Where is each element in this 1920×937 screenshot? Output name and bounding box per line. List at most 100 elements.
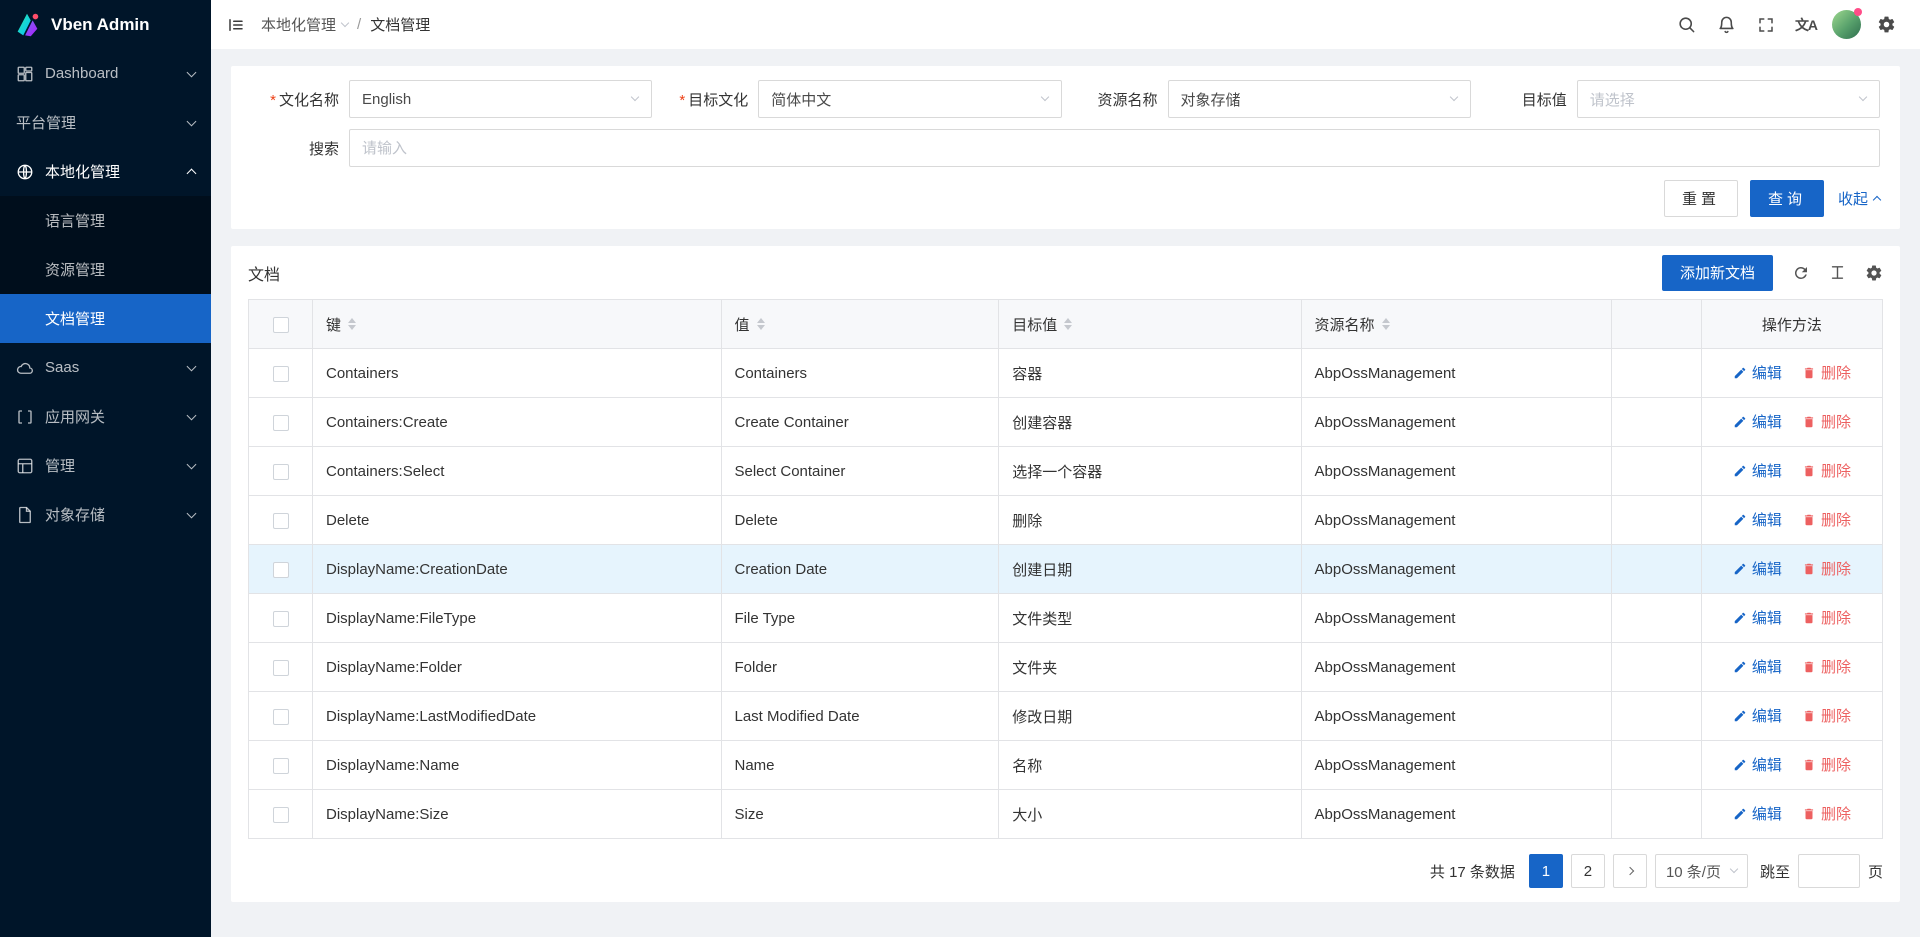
sort-icon[interactable] — [1382, 318, 1390, 330]
page-size-select[interactable]: 10 条/页 — [1655, 854, 1748, 888]
edit-button[interactable]: 编辑 — [1733, 411, 1782, 432]
refresh-icon[interactable] — [1792, 264, 1810, 282]
cell-key: DisplayName:LastModifiedDate — [313, 692, 722, 741]
delete-button[interactable]: 删除 — [1802, 362, 1851, 383]
cell-spacer — [1612, 496, 1702, 545]
cell-resource-name: AbpOssManagement — [1301, 545, 1611, 594]
row-checkbox[interactable] — [273, 709, 289, 725]
chevron-down-icon — [187, 361, 197, 371]
sidebar-item-platform-management[interactable]: 平台管理 — [0, 98, 211, 147]
sidebar-item-localization-management[interactable]: 本地化管理 — [0, 147, 211, 196]
delete-button[interactable]: 删除 — [1802, 656, 1851, 677]
delete-button[interactable]: 删除 — [1802, 509, 1851, 530]
sidebar-item-saas[interactable]: Saas — [0, 343, 211, 392]
chevron-down-icon — [631, 93, 639, 101]
row-checkbox[interactable] — [273, 366, 289, 382]
row-height-icon[interactable] — [1829, 264, 1846, 281]
row-checkbox[interactable] — [273, 660, 289, 676]
edit-button[interactable]: 编辑 — [1733, 607, 1782, 628]
delete-button[interactable]: 删除 — [1802, 460, 1851, 481]
search-icon[interactable] — [1666, 0, 1706, 49]
breadcrumb-parent[interactable]: 本地化管理 — [261, 14, 348, 35]
trash-icon — [1802, 611, 1816, 625]
collapse-link[interactable]: 收起 — [1838, 188, 1880, 209]
sidebar-item-management[interactable]: 管理 — [0, 441, 211, 490]
sort-icon[interactable] — [348, 318, 356, 330]
row-checkbox[interactable] — [273, 513, 289, 529]
breadcrumb-separator: / — [357, 16, 361, 33]
fullscreen-icon[interactable] — [1746, 0, 1786, 49]
sort-icon[interactable] — [1064, 318, 1072, 330]
delete-button[interactable]: 删除 — [1802, 411, 1851, 432]
sidebar-item-app-gateway[interactable]: 应用网关 — [0, 392, 211, 441]
sidebar-item-object-storage[interactable]: 对象存储 — [0, 490, 211, 539]
edit-button[interactable]: 编辑 — [1733, 362, 1782, 383]
collapse-label: 收起 — [1838, 188, 1868, 209]
cell-key: DisplayName:Size — [313, 790, 722, 839]
row-checkbox[interactable] — [273, 758, 289, 774]
culture-name-select[interactable]: English — [349, 80, 652, 118]
delete-button[interactable]: 删除 — [1802, 558, 1851, 579]
search-input[interactable] — [349, 129, 1880, 167]
chevron-down-icon — [187, 459, 197, 469]
row-checkbox[interactable] — [273, 611, 289, 627]
edit-button[interactable]: 编辑 — [1733, 803, 1782, 824]
delete-button[interactable]: 删除 — [1802, 705, 1851, 726]
edit-button[interactable]: 编辑 — [1733, 509, 1782, 530]
sidebar-item-language-management[interactable]: 语言管理 — [0, 196, 211, 245]
sidebar-item-document-management[interactable]: 文档管理 — [0, 294, 211, 343]
row-checkbox[interactable] — [273, 415, 289, 431]
sidebar-item-dashboard[interactable]: Dashboard — [0, 49, 211, 98]
column-header-resource-name[interactable]: 资源名称 — [1301, 300, 1611, 349]
page-1-button[interactable]: 1 — [1529, 854, 1563, 888]
table-row: DisplayName:LastModifiedDate Last Modifi… — [249, 692, 1883, 741]
add-document-button[interactable]: 添加新文档 — [1662, 255, 1773, 291]
edit-button[interactable]: 编辑 — [1733, 558, 1782, 579]
page-2-button[interactable]: 2 — [1571, 854, 1605, 888]
chevron-down-icon — [1450, 93, 1458, 101]
jump-page-input[interactable] — [1798, 854, 1860, 888]
query-button[interactable]: 查询 — [1750, 180, 1824, 217]
target-value-select[interactable]: 请选择 — [1577, 80, 1880, 118]
breadcrumb: 本地化管理 / 文档管理 — [261, 14, 430, 35]
select-all-checkbox[interactable] — [273, 317, 289, 333]
pencil-icon — [1733, 709, 1747, 723]
breadcrumb-current: 文档管理 — [370, 14, 430, 35]
sidebar-item-label: 本地化管理 — [45, 161, 188, 182]
row-checkbox[interactable] — [273, 807, 289, 823]
row-checkbox[interactable] — [273, 464, 289, 480]
edit-button[interactable]: 编辑 — [1733, 656, 1782, 677]
menu-fold-icon[interactable] — [211, 0, 261, 49]
delete-button[interactable]: 删除 — [1802, 607, 1851, 628]
cell-key: Containers — [313, 349, 722, 398]
cell-spacer — [1612, 447, 1702, 496]
cell-value: Containers — [721, 349, 999, 398]
cell-spacer — [1612, 643, 1702, 692]
delete-button[interactable]: 删除 — [1802, 754, 1851, 775]
notification-bell-icon[interactable] — [1706, 0, 1746, 49]
cell-key: DisplayName:Folder — [313, 643, 722, 692]
translate-icon[interactable]: 文A — [1786, 0, 1826, 49]
edit-button[interactable]: 编辑 — [1733, 460, 1782, 481]
column-header-key[interactable]: 键 — [313, 300, 722, 349]
sidebar-item-resource-management[interactable]: 资源管理 — [0, 245, 211, 294]
cell-resource-name: AbpOssManagement — [1301, 398, 1611, 447]
row-checkbox[interactable] — [273, 562, 289, 578]
pencil-icon — [1733, 758, 1747, 772]
resource-name-select[interactable]: 对象存储 — [1168, 80, 1471, 118]
column-header-target-value[interactable]: 目标值 — [999, 300, 1301, 349]
app-logo[interactable]: Vben Admin — [0, 0, 211, 49]
chevron-down-icon — [1730, 865, 1738, 873]
reset-button[interactable]: 重置 — [1664, 180, 1738, 217]
edit-button[interactable]: 编辑 — [1733, 705, 1782, 726]
column-settings-gear-icon[interactable] — [1865, 264, 1883, 282]
column-header-value[interactable]: 值 — [721, 300, 999, 349]
sidebar-item-label: 文档管理 — [45, 308, 195, 329]
target-culture-select[interactable]: 简体中文 — [758, 80, 1061, 118]
user-avatar[interactable] — [1826, 0, 1866, 49]
delete-button[interactable]: 删除 — [1802, 803, 1851, 824]
next-page-button[interactable] — [1613, 854, 1647, 888]
edit-button[interactable]: 编辑 — [1733, 754, 1782, 775]
settings-gear-icon[interactable] — [1866, 0, 1906, 49]
sort-icon[interactable] — [757, 318, 765, 330]
